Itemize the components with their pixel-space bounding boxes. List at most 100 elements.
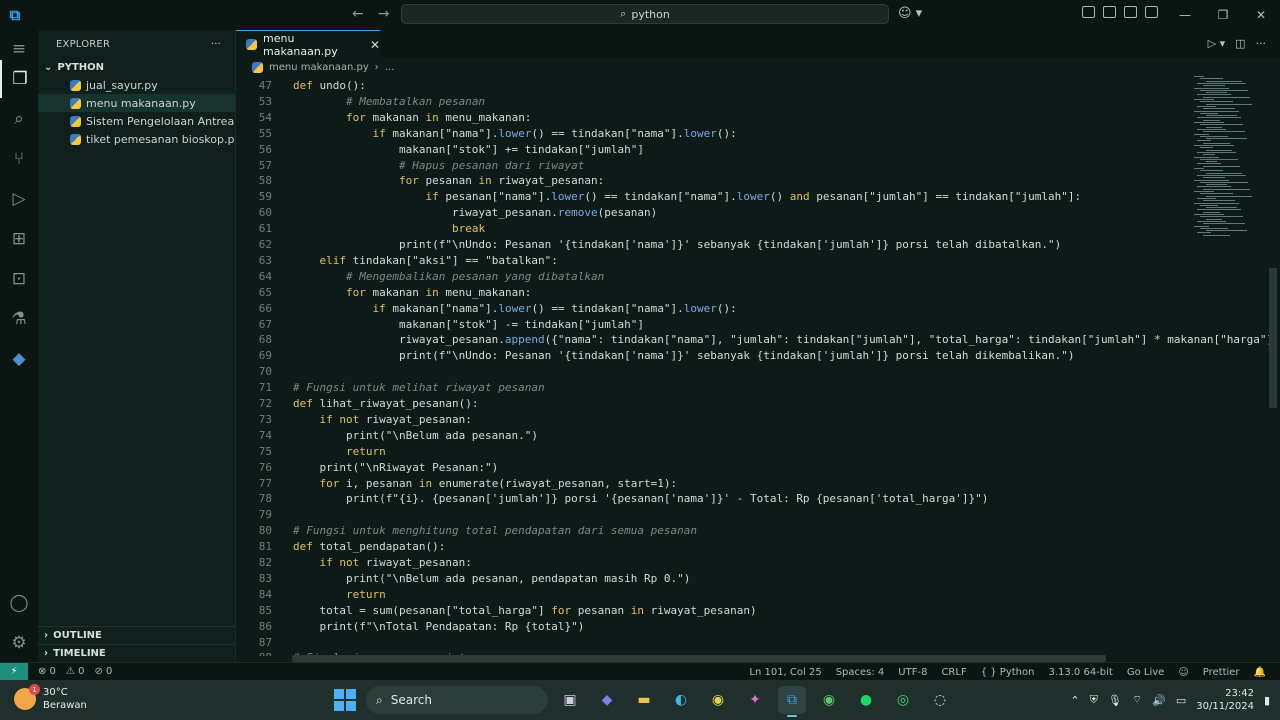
account-icon[interactable]: ◯ [0,584,38,622]
file-explorer-icon[interactable]: ▬ [630,686,658,714]
outline-section[interactable]: › OUTLINE [38,626,235,644]
split-editor-icon[interactable]: ◫ [1235,37,1245,50]
vscode-app-icon[interactable]: ⧉ [778,686,806,717]
code-line[interactable]: 86 print(f"\nTotal Pendapatan: Rp {total… [236,619,1270,635]
code-line[interactable]: 68 riwayat_pesanan.append({"nama": tinda… [236,332,1270,348]
toggle-panel-icon[interactable] [1103,6,1116,18]
folder-python[interactable]: ⌄ PYTHON [38,58,235,76]
code-line[interactable]: 56 makanan["stok"] += tindakan["jumlah"] [236,142,1270,158]
customize-layout-icon[interactable] [1145,6,1158,18]
extensions-icon[interactable]: ⊞ [0,220,38,258]
task-view-icon[interactable]: ▣ [556,686,584,714]
code-line[interactable]: 65 for makanan in menu_makanan: [236,285,1270,301]
edge-icon[interactable]: ◐ [667,686,695,714]
warnings-count[interactable]: ⚠ 0 [66,666,85,677]
minimap[interactable] [1190,76,1264,246]
more-actions-icon[interactable]: ··· [211,39,221,50]
code-line[interactable]: 69 print(f"\nUndo: Pesanan '{tindakan['n… [236,348,1270,364]
python-icon[interactable]: ◆ [0,340,38,378]
vertical-scrollbar[interactable] [1269,268,1277,408]
breadcrumb-file[interactable]: menu makanaan.py [269,62,369,73]
file-item[interactable]: menu makanaan.py [38,94,235,112]
minimize-button[interactable]: — [1166,0,1204,30]
code-line[interactable]: 59 if pesanan["nama"].lower() == tindaka… [236,189,1270,205]
testing-icon[interactable]: ⚗ [0,300,38,338]
code-line[interactable]: 74 print("\nBelum ada pesanan.") [236,428,1270,444]
code-line[interactable]: 83 print("\nBelum ada pesanan, pendapata… [236,571,1270,587]
remote-indicator-icon[interactable]: ⚡ [0,662,28,681]
code-line[interactable]: 64 # Mengembalikan pesanan yang dibatalk… [236,269,1270,285]
copilot-app-icon[interactable]: ✦ [741,686,769,714]
breadcrumb-more[interactable]: ... [385,62,395,73]
code-line[interactable]: 73 if not riwayat_pesanan: [236,412,1270,428]
code-line[interactable]: 76 print("\nRiwayat Pesanan:") [236,460,1270,476]
code-line[interactable]: 85 total = sum(pesanan["total_harga"] fo… [236,603,1270,619]
notification-center-icon[interactable]: ▮ [1264,694,1270,707]
code-line[interactable]: 63 elif tindakan["aksi"] == "batalkan": [236,253,1270,269]
errors-count[interactable]: ⊗ 0 [38,666,56,677]
go-live-button[interactable]: Go Live [1127,667,1164,678]
encoding[interactable]: UTF-8 [898,667,927,678]
interpreter[interactable]: 3.13.0 64-bit [1048,667,1112,678]
run-python-icon[interactable]: ▷ ▾ [1208,37,1225,50]
settings-gear-icon[interactable]: ⚙ [0,624,38,662]
spotify-icon[interactable]: ● [852,686,880,714]
cursor-position[interactable]: Ln 101, Col 25 [749,667,821,678]
horizontal-scrollbar[interactable] [292,655,1106,662]
code-line[interactable]: 57 # Hapus pesanan dari riwayat [236,158,1270,174]
battery-icon[interactable]: ▭ [1176,694,1186,707]
close-tab-icon[interactable]: ✕ [370,38,380,52]
code-line[interactable]: 81 def total_pendapatan(): [236,539,1270,555]
teams-icon[interactable]: ◆ [593,686,621,714]
run-debug-icon[interactable]: ▷ [0,180,38,218]
code-line[interactable]: 75 return [236,444,1270,460]
code-line[interactable]: 84 return [236,587,1270,603]
explorer-icon[interactable]: ❐ [0,60,38,98]
maximize-button[interactable]: ❐ [1204,0,1242,30]
file-item[interactable]: jual_sayur.py [38,76,235,94]
chrome-icon[interactable]: ◉ [704,686,732,714]
code-line[interactable]: 61 break [236,221,1270,237]
code-line[interactable]: 70 [236,364,1270,380]
code-line[interactable]: 80 # Fungsi untuk menghitung total pendap… [236,523,1270,539]
code-line[interactable]: 55 if makanan["nama"].lower() == tindaka… [236,126,1270,142]
defender-icon[interactable]: ⛨ [1090,693,1098,707]
code-line[interactable]: 72 def lihat_riwayat_pesanan(): [236,396,1270,412]
more-actions-icon[interactable]: ··· [1256,37,1267,50]
prettier-button[interactable]: Prettier [1203,667,1240,678]
forward-button[interactable]: → [378,6,390,22]
indentation[interactable]: Spaces: 4 [836,667,885,678]
code-line[interactable]: 71 # Fungsi untuk melihat riwayat pesanan [236,380,1270,396]
wifi-icon[interactable]: ⌔ [1132,693,1142,707]
command-center-search[interactable]: ⌕ python [401,4,889,24]
tab-menu-makanaan[interactable]: menu makanaan.py ✕ [236,30,380,58]
start-button[interactable] [334,689,356,711]
end-of-line[interactable]: CRLF [941,667,966,678]
microphone-icon[interactable]: 🎙 [1108,694,1122,707]
file-item[interactable]: tiket pemesanan bioskop.py [38,130,235,148]
code-line[interactable]: 58 for pesanan in riwayat_pesanan: [236,173,1270,189]
code-line[interactable]: 78 print(f"{i}. {pesanan['jumlah']} pors… [236,491,1270,507]
notifications-icon[interactable]: 🔔 [1254,667,1266,678]
taskbar-search[interactable]: ⌕ Search [366,686,548,714]
back-button[interactable]: ← [352,6,364,22]
code-editor[interactable]: 47 def undo(): 53 # Membatalkan pesanan 54 … [236,76,1270,656]
code-line[interactable]: 62 print(f"\nUndo: Pesanan '{tindakan['n… [236,237,1270,253]
code-line[interactable]: 66 if makanan["nama"].lower() == tindaka… [236,301,1270,317]
obs-icon[interactable]: ◌ [926,686,954,714]
code-line[interactable]: 60 riwayat_pesanan.remove(pesanan) [236,205,1270,221]
language-mode[interactable]: { } Python [981,667,1035,678]
code-line[interactable]: 77 for i, pesanan in enumerate(riwayat_p… [236,476,1270,492]
code-line[interactable]: 47 def undo(): [236,78,1270,94]
chevron-up-icon[interactable]: ⌃ [1070,694,1079,707]
remote-explorer-icon[interactable]: ⊡ [0,260,38,298]
code-line[interactable]: 79 [236,507,1270,523]
code-line[interactable]: 54 for makanan in menu_makanan: [236,110,1270,126]
whatsapp-icon[interactable]: ◎ [889,686,917,714]
close-window-button[interactable]: ✕ [1242,0,1280,30]
code-line[interactable]: 53 # Membatalkan pesanan [236,94,1270,110]
copilot-status-icon[interactable]: ☺ [1178,667,1188,678]
weather-widget[interactable]: 1 30°C Berawan [14,684,87,712]
copilot-icon[interactable]: ☺ ▾ [898,6,922,21]
code-line[interactable]: 87 [236,635,1270,651]
